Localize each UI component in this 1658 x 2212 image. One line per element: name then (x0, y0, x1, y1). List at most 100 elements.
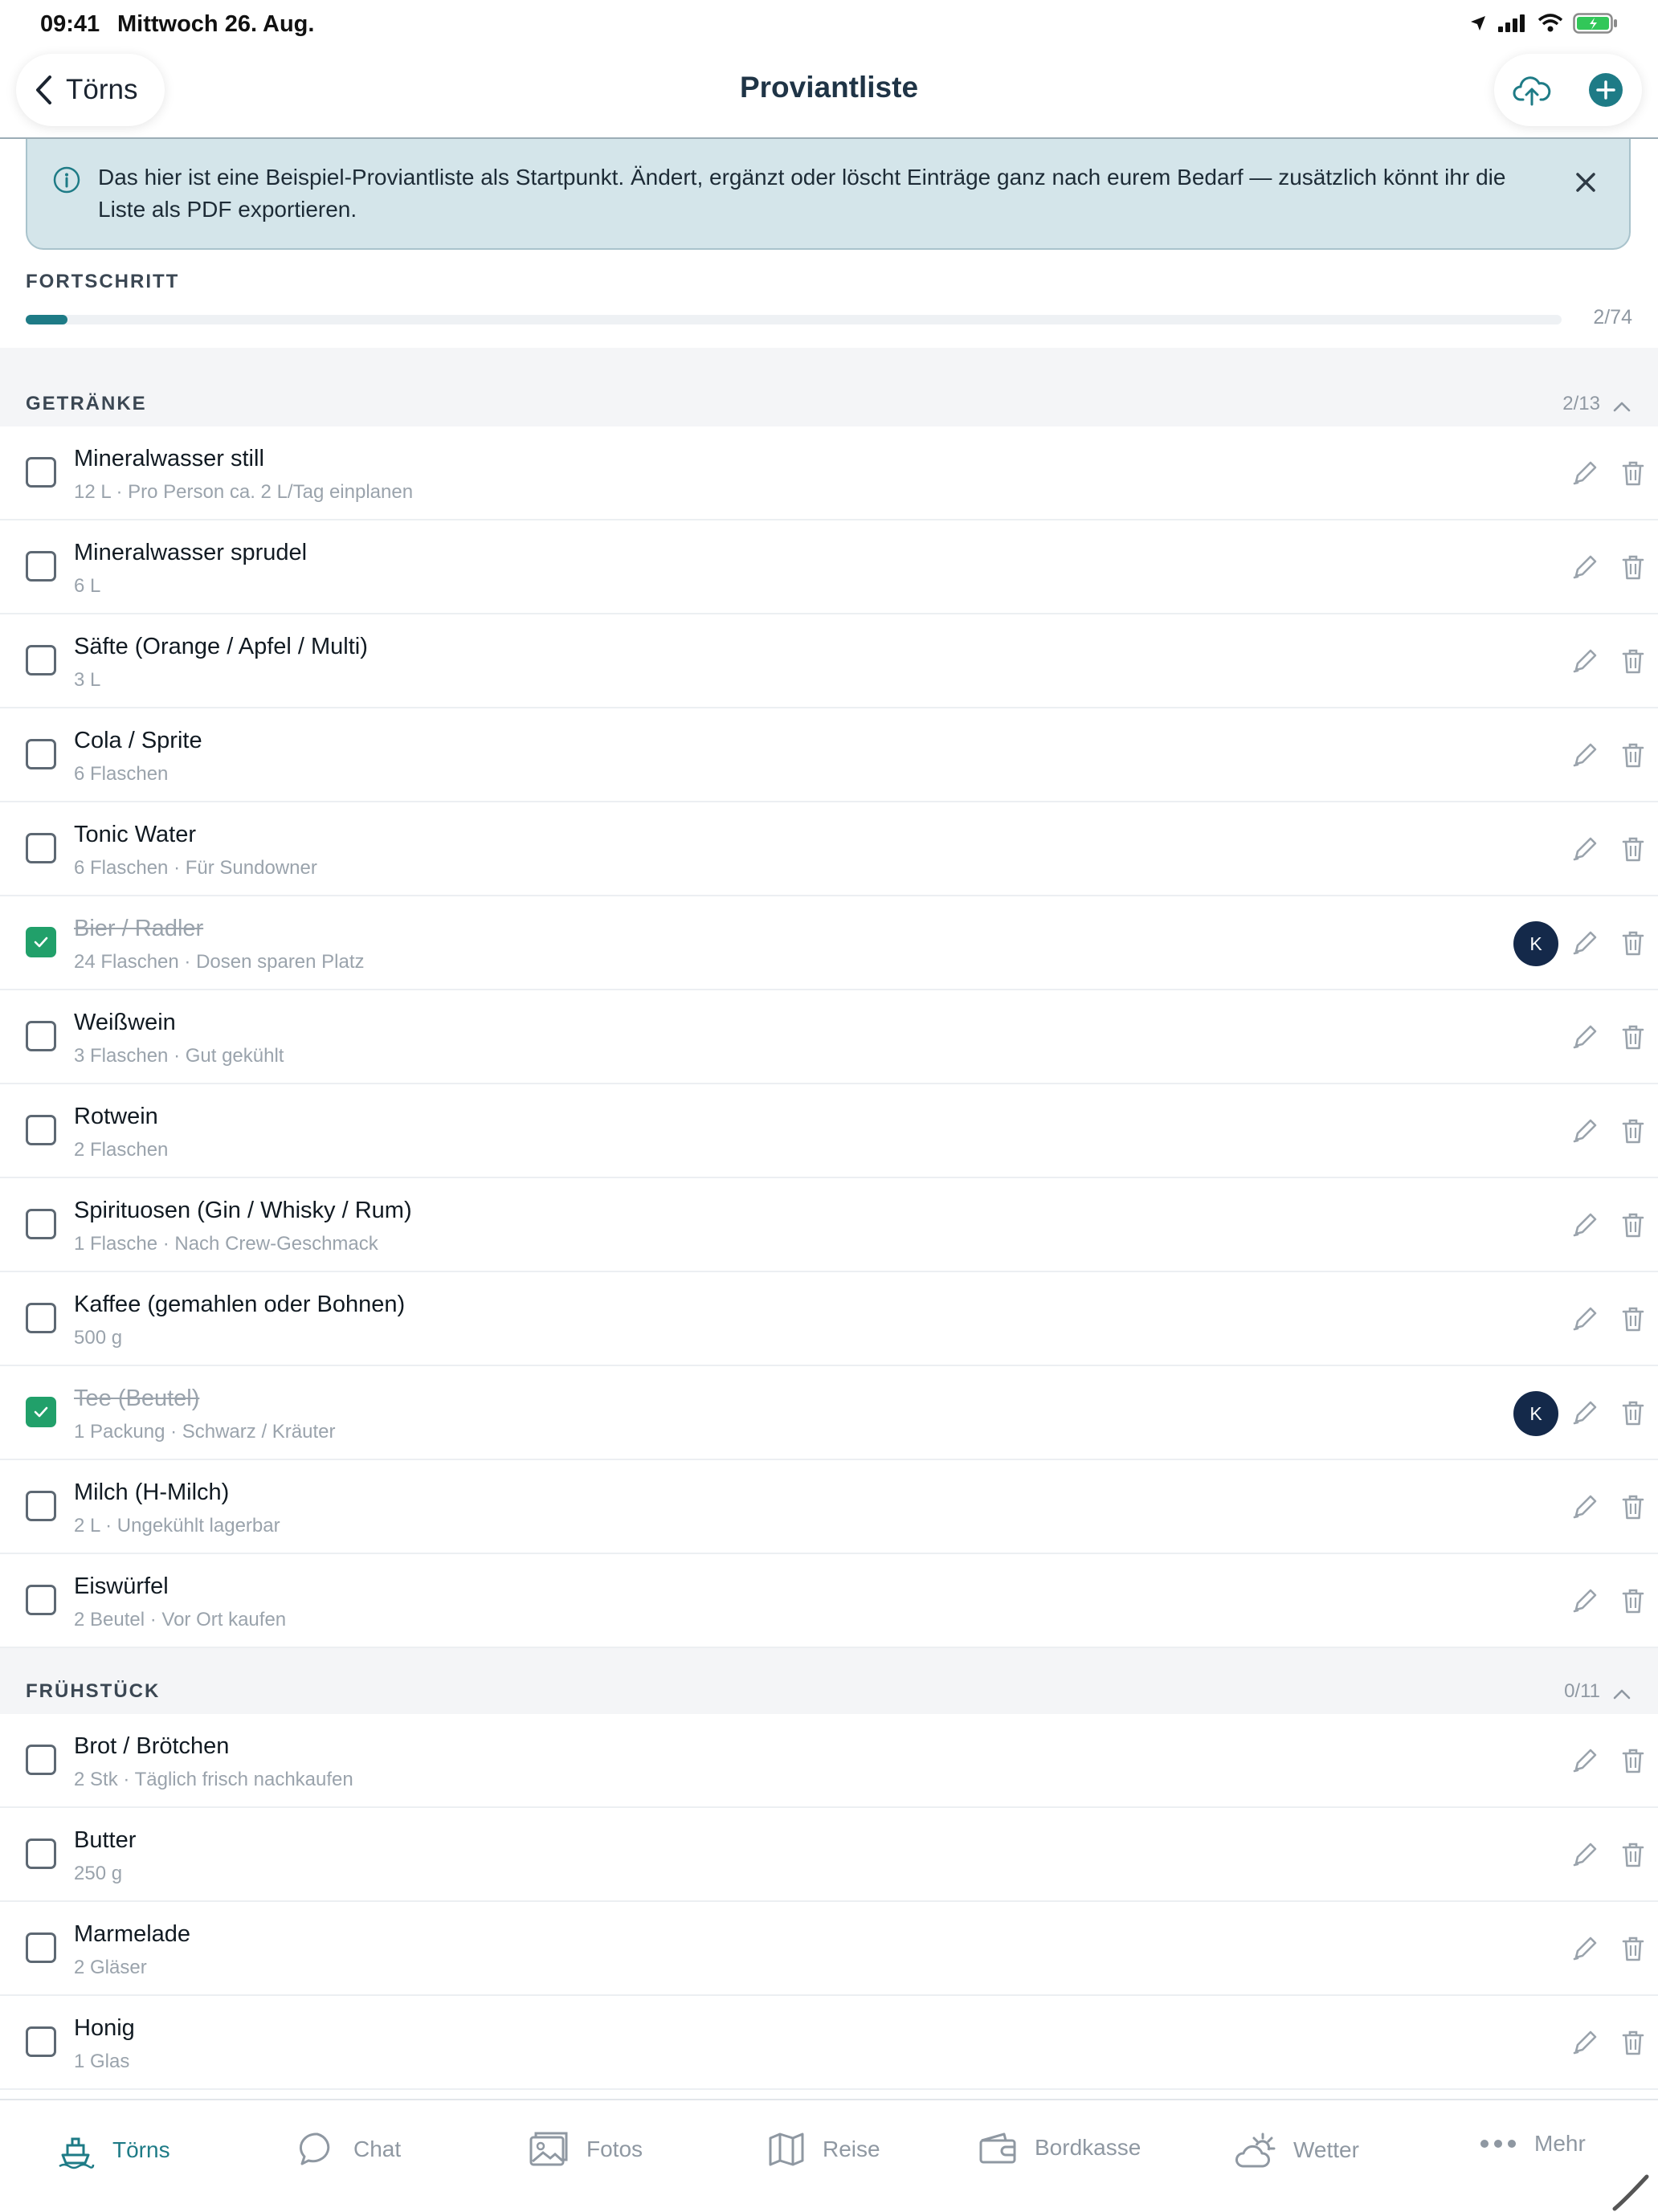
list-item[interactable]: Honig 1 Glas (0, 1996, 1658, 2090)
tab-mehr[interactable]: Mehr (1480, 2131, 1586, 2157)
delete-button[interactable] (1621, 1747, 1645, 1774)
list-item[interactable]: Bier / Radler 24 Flaschen · Dosen sparen … (0, 896, 1658, 990)
section-header[interactable]: GETRÄNKE 2/13 (0, 348, 1658, 426)
progress-count: 2/74 (1593, 306, 1632, 329)
delete-button[interactable] (1621, 1841, 1645, 1868)
list-item[interactable]: Spirituosen (Gin / Whisky / Rum) 1 Flasch… (0, 1178, 1658, 1272)
edit-button[interactable] (1571, 1023, 1599, 1051)
item-details: 3 Flaschen · Gut gekühlt (74, 1045, 284, 1067)
list-item[interactable]: Weißwein 3 Flaschen · Gut gekühlt (0, 990, 1658, 1084)
delete-button[interactable] (1621, 553, 1645, 581)
tab-bordkasse[interactable]: Bordkasse (978, 2131, 1141, 2165)
item-checkbox[interactable] (26, 551, 56, 582)
edit-button[interactable] (1571, 1587, 1599, 1614)
item-checkbox[interactable] (26, 833, 56, 863)
edit-button[interactable] (1571, 1935, 1599, 1962)
tab-chat[interactable]: Chat (299, 2131, 401, 2168)
item-checkbox[interactable] (26, 2026, 56, 2057)
tab-fotos[interactable]: Fotos (529, 2131, 643, 2168)
avatar[interactable]: K (1513, 921, 1558, 966)
chevron-up-icon[interactable] (1613, 1688, 1631, 1700)
edit-button[interactable] (1571, 553, 1599, 581)
tab-toerns[interactable]: Törns (56, 2131, 170, 2169)
delete-button[interactable] (1621, 835, 1645, 863)
item-checkbox[interactable] (26, 1585, 56, 1615)
edit-button[interactable] (1571, 647, 1599, 675)
edit-button[interactable] (1571, 459, 1599, 487)
delete-button[interactable] (1621, 1935, 1645, 1962)
delete-button[interactable] (1621, 1023, 1645, 1051)
item-checkbox[interactable] (26, 1932, 56, 1963)
trash-icon (1622, 743, 1644, 768)
item-checkbox[interactable] (26, 1745, 56, 1775)
edit-button[interactable] (1571, 1117, 1599, 1145)
delete-button[interactable] (1621, 1117, 1645, 1145)
chevron-up-icon[interactable] (1613, 401, 1631, 412)
item-checkbox[interactable] (26, 1021, 56, 1051)
item-checkbox[interactable] (26, 927, 56, 957)
item-name: Mineralwasser sprudel (74, 540, 308, 565)
item-checkbox[interactable] (26, 1491, 56, 1521)
edit-button[interactable] (1571, 1305, 1599, 1333)
trash-icon (1622, 1495, 1644, 1520)
list-item[interactable]: Butter 250 g (0, 1808, 1658, 1902)
item-checkbox[interactable] (26, 645, 56, 675)
section-header[interactable]: FRÜHSTÜCK 0/11 (0, 1648, 1658, 1714)
delete-button[interactable] (1621, 2029, 1645, 2056)
pencil-icon (1573, 1495, 1597, 1519)
delete-button[interactable] (1621, 1305, 1645, 1333)
trash-icon (1622, 1401, 1644, 1426)
item-checkbox[interactable] (26, 1303, 56, 1333)
section-count: 0/11 (1564, 1680, 1600, 1702)
item-checkbox[interactable] (26, 1397, 56, 1427)
list-item[interactable]: Brot / Brötchen 2 Stk · Täglich frisch na… (0, 1714, 1658, 1808)
item-checkbox[interactable] (26, 739, 56, 769)
edit-button[interactable] (1571, 1493, 1599, 1520)
item-checkbox[interactable] (26, 1839, 56, 1869)
delete-button[interactable] (1621, 1211, 1645, 1239)
edit-button[interactable] (1571, 1841, 1599, 1868)
list-item[interactable]: Kaffee (gemahlen oder Bohnen) 500 g (0, 1272, 1658, 1366)
list-item[interactable]: Tonic Water 6 Flaschen · Für Sundowner (0, 802, 1658, 896)
delete-button[interactable] (1621, 741, 1645, 769)
map-icon (769, 2132, 804, 2166)
close-icon[interactable] (1574, 171, 1597, 194)
pencil-icon (1573, 1843, 1597, 1867)
item-checkbox[interactable] (26, 1115, 56, 1145)
list-item[interactable]: Milch (H-Milch) 2 L · Ungekühlt lagerbar (0, 1460, 1658, 1554)
cloud-upload-icon[interactable] (1513, 74, 1551, 106)
item-name: Weißwein (74, 1010, 176, 1035)
tab-wetter[interactable]: Wetter (1232, 2131, 1359, 2169)
list-item[interactable]: Mineralwasser still 12 L · Pro Person ca.… (0, 426, 1658, 520)
list-item[interactable]: Cola / Sprite 6 Flaschen (0, 708, 1658, 802)
add-item-button[interactable] (1588, 72, 1623, 108)
list-item[interactable]: Mineralwasser sprudel 6 L (0, 520, 1658, 614)
edit-button[interactable] (1571, 741, 1599, 769)
list-item[interactable]: Tee (Beutel) 1 Packung · Schwarz / Kräute… (0, 1366, 1658, 1460)
delete-button[interactable] (1621, 929, 1645, 957)
edit-button[interactable] (1571, 835, 1599, 863)
delete-button[interactable] (1621, 1399, 1645, 1426)
status-bar: 09:41 Mittwoch 26. Aug. (0, 0, 1658, 48)
edit-button[interactable] (1571, 929, 1599, 957)
list-item[interactable]: Rotwein 2 Flaschen (0, 1084, 1658, 1178)
avatar[interactable]: K (1513, 1391, 1558, 1436)
delete-button[interactable] (1621, 647, 1645, 675)
tab-label: Wetter (1293, 2137, 1359, 2162)
list-item[interactable]: Eiswürfel 2 Beutel · Vor Ort kaufen (0, 1554, 1658, 1648)
edit-button[interactable] (1571, 1747, 1599, 1774)
delete-button[interactable] (1621, 1493, 1645, 1520)
delete-button[interactable] (1621, 1587, 1645, 1614)
tab-reise[interactable]: Reise (768, 2131, 880, 2168)
trash-icon (1622, 1025, 1644, 1050)
edit-button[interactable] (1571, 1211, 1599, 1239)
item-checkbox[interactable] (26, 457, 56, 488)
edit-button[interactable] (1571, 2029, 1599, 2056)
edit-button[interactable] (1571, 1399, 1599, 1426)
list-item[interactable]: Marmelade 2 Gläser (0, 1902, 1658, 1996)
item-name: Säfte (Orange / Apfel / Multi) (74, 634, 368, 659)
location-arrow-icon (1471, 16, 1485, 31)
delete-button[interactable] (1621, 459, 1645, 487)
list-item[interactable]: Säfte (Orange / Apfel / Multi) 3 L (0, 614, 1658, 708)
item-checkbox[interactable] (26, 1209, 56, 1239)
